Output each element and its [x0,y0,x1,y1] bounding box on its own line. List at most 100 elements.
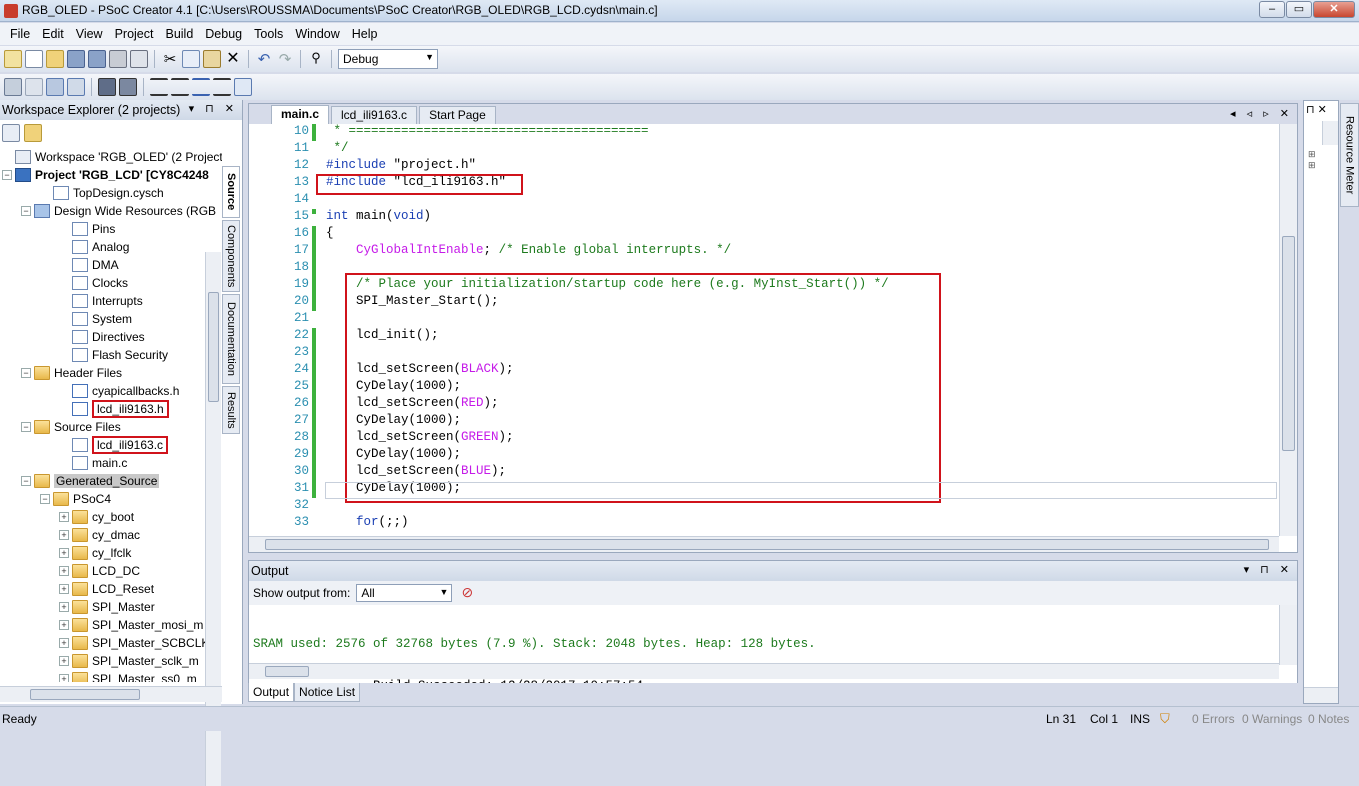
tree-item[interactable]: − Project 'RGB_LCD' [CY8C4248 [0,166,222,184]
indent-icon[interactable] [150,78,168,96]
expand-icons[interactable]: ⊞ ⊞ [1308,149,1320,179]
tab-main-c[interactable]: main.c [271,105,330,124]
clear-output-icon[interactable]: ⊘ [458,584,476,602]
tree-item[interactable]: + SPI_Master_SCBCLK [0,634,222,652]
pane-hscroll[interactable] [1304,687,1338,703]
expander-icon[interactable]: + [59,638,69,648]
expander-icon[interactable]: − [40,494,50,504]
status-notes[interactable]: 0 Notes [1308,712,1349,726]
tree-item[interactable]: + LCD_Reset [0,580,222,598]
tree-item[interactable]: − Source Files [0,418,222,436]
redo-icon[interactable]: ↷ [276,50,294,68]
tree-item[interactable]: lcd_ili9163.c [0,436,222,454]
minimize-button[interactable]: – [1259,1,1285,18]
output-controls[interactable]: ▾ ⊓ ✕ [1244,563,1293,576]
tab-components[interactable]: Components [222,220,240,292]
find-icon[interactable]: ⚲ [307,50,325,68]
delete-icon[interactable]: ✕ [224,50,242,68]
tab-lcd-ili9163-c[interactable]: lcd_ili9163.c [331,106,418,124]
menu-debug[interactable]: Debug [199,27,248,41]
copy-icon[interactable] [182,50,200,68]
tab-start-page[interactable]: Start Page [419,106,496,124]
menu-view[interactable]: View [70,27,109,41]
tree-item[interactable]: Clocks [0,274,222,292]
tree-item[interactable]: TopDesign.cysch [0,184,222,202]
new-project-icon[interactable] [4,50,22,68]
build-icon[interactable] [4,78,22,96]
expander-icon[interactable]: − [21,206,31,216]
tree-item[interactable]: System [0,310,222,328]
tree-item[interactable]: Pins [0,220,222,238]
tree-item[interactable]: Analog [0,238,222,256]
show-output-select[interactable]: All ▼ [356,584,453,602]
uncomment-icon[interactable] [213,78,231,96]
menu-window[interactable]: Window [289,27,345,41]
tree-item[interactable]: DMA [0,256,222,274]
tab-output[interactable]: Output [248,683,295,702]
menu-edit[interactable]: Edit [36,27,70,41]
build-config-select[interactable]: Debug ▼ [338,49,438,69]
expander-icon[interactable]: + [59,530,69,540]
debug-icon[interactable] [119,78,137,96]
expander-icon[interactable]: + [59,584,69,594]
tree-item[interactable]: + SPI_Master_mosi_m [0,616,222,634]
collapse-all-icon[interactable] [2,124,20,142]
tree-item[interactable]: Interrupts [0,292,222,310]
comment-icon[interactable] [192,78,210,96]
generate-icon[interactable] [67,78,85,96]
expander-icon[interactable]: + [59,620,69,630]
expander-icon[interactable]: + [59,566,69,576]
open-icon[interactable] [46,50,64,68]
tree-item[interactable]: + SPI_Master_sclk_m [0,652,222,670]
expander-icon[interactable]: + [59,512,69,522]
status-errors[interactable]: 0 Errors [1192,712,1235,726]
editor-vscroll[interactable] [1279,124,1297,536]
expander-icon[interactable]: − [21,368,31,378]
cut-icon[interactable]: ✂ [161,50,179,68]
editor-hscroll[interactable] [249,536,1279,552]
undo-icon[interactable]: ↶ [255,50,273,68]
output-hscroll[interactable] [249,663,1279,679]
menu-file[interactable]: File [4,27,36,41]
expander-icon[interactable]: + [59,548,69,558]
close-button[interactable]: ✕ [1313,1,1355,18]
tree-item[interactable]: Workspace 'RGB_OLED' (2 Projects) [0,148,222,166]
tab-documentation[interactable]: Documentation [222,294,240,384]
print-preview-icon[interactable] [130,50,148,68]
tab-source[interactable]: Source [222,166,240,218]
clean-icon[interactable] [25,78,43,96]
outdent-icon[interactable] [171,78,189,96]
chip-icon[interactable] [98,78,116,96]
expander-icon[interactable]: + [59,602,69,612]
tree-item[interactable]: lcd_ili9163.h [0,400,222,418]
tree-item[interactable]: − Generated_Source [0,472,222,490]
pane-scroll[interactable] [1322,121,1338,145]
tree-item[interactable]: + SPI_Master [0,598,222,616]
resource-meter-tab[interactable]: Resource Meter [1340,103,1359,207]
new-file-icon[interactable] [25,50,43,68]
tree-item[interactable]: cyapicallbacks.h [0,382,222,400]
menu-build[interactable]: Build [159,27,199,41]
bookmark-icon[interactable] [234,78,252,96]
tree-item[interactable]: + cy_boot [0,508,222,526]
paste-icon[interactable] [203,50,221,68]
menu-help[interactable]: Help [346,27,384,41]
status-warnings[interactable]: 0 Warnings [1242,712,1302,726]
tree-item[interactable]: + cy_lfclk [0,544,222,562]
add-folder-icon[interactable] [24,124,42,142]
maximize-button[interactable]: ▭ [1286,1,1312,18]
tree-item[interactable]: + cy_dmac [0,526,222,544]
editor-tab-controls[interactable]: ◂ ◃ ▹ ✕ [1230,107,1293,120]
tab-notice-list[interactable]: Notice List [294,683,361,702]
tree-item[interactable]: Flash Security [0,346,222,364]
output-vscroll[interactable] [1279,605,1297,665]
panel-controls[interactable]: ▾ ⊓ ✕ [189,102,238,115]
menu-project[interactable]: Project [109,27,160,41]
expander-icon[interactable]: + [59,656,69,666]
save-icon[interactable] [67,50,85,68]
expander-icon[interactable]: + [59,674,69,682]
tree-hscroll[interactable] [0,686,222,702]
pane-controls[interactable]: ⊓ ✕ [1306,103,1327,116]
tree-item[interactable]: + LCD_DC [0,562,222,580]
tree-item[interactable]: − Header Files [0,364,222,382]
